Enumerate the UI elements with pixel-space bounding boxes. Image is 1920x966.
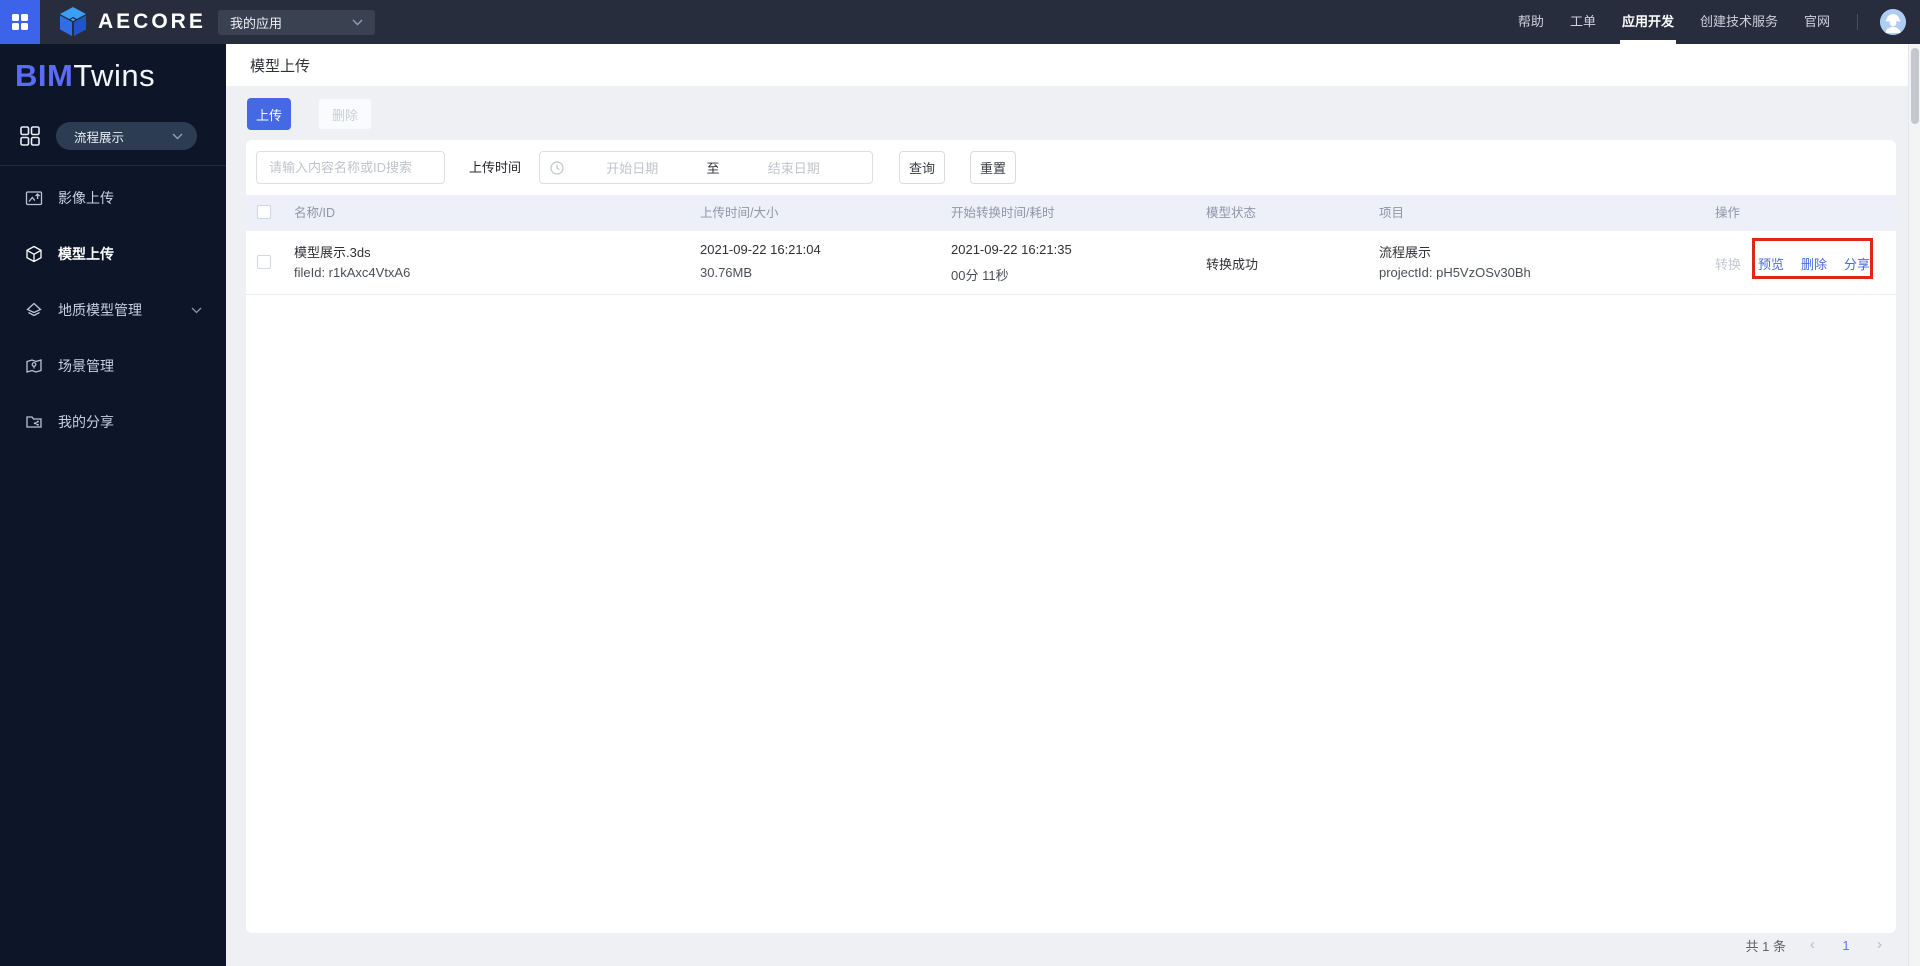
convert-link[interactable]: 转换 xyxy=(1715,254,1741,273)
search-input[interactable] xyxy=(256,151,445,184)
logo-twins: Twins xyxy=(73,58,156,93)
upload-time-label: 上传时间 xyxy=(469,160,522,175)
upload-time: 2021-09-22 16:21:04 xyxy=(700,242,821,257)
sidebar-item-label: 我的分享 xyxy=(58,414,114,430)
file-id: fileId: r1kAxc4VtxA6 xyxy=(294,265,411,280)
col-model-status: 模型状态 xyxy=(1206,206,1257,220)
convert-start-time: 2021-09-22 16:21:35 xyxy=(951,242,1072,257)
sidebar-item-geology-model[interactable]: 地质模型管理 xyxy=(0,282,226,338)
clock-icon xyxy=(550,160,564,175)
project-name: 流程展示 xyxy=(1379,245,1432,260)
nav-item-app-dev[interactable]: 应用开发 xyxy=(1619,0,1676,44)
chevron-down-icon xyxy=(191,307,202,313)
nav-divider xyxy=(1857,14,1858,30)
model-name: 模型展示.3ds xyxy=(294,245,371,260)
next-page-arrow[interactable]: › xyxy=(1877,934,1882,956)
my-share-icon xyxy=(26,416,42,428)
brand-logo: AECORE xyxy=(58,0,206,44)
scene-manage-icon xyxy=(26,359,42,373)
worker-avatar-icon xyxy=(1880,9,1906,35)
scrollbar-thumb[interactable] xyxy=(1911,48,1919,124)
aecore-cube-icon xyxy=(60,7,86,36)
table-row: 模型展示.3ds fileId: r1kAxc4VtxA6 2021-09-22… xyxy=(246,231,1896,295)
cell-actions: 转换 预览 删除 分享 xyxy=(1715,231,1870,295)
grid-outline-icon xyxy=(20,126,40,146)
chevron-down-icon xyxy=(352,19,363,26)
app-launcher-button[interactable] xyxy=(0,0,40,44)
screen: AECORE 我的应用 帮助 工单 应用开发 创建技术服务 官网 BIMTwin… xyxy=(0,0,1920,966)
share-link[interactable]: 分享 xyxy=(1844,254,1870,273)
sidebar-item-label: 场景管理 xyxy=(58,358,114,374)
page-title: 模型上传 xyxy=(250,57,311,75)
query-button[interactable]: 查询 xyxy=(899,151,945,184)
current-page-number[interactable]: 1 xyxy=(1839,938,1853,953)
select-all-checkbox[interactable] xyxy=(257,205,271,219)
sidebar-item-my-share[interactable]: 我的分享 xyxy=(0,394,226,450)
topbar: AECORE 我的应用 帮助 工单 应用开发 创建技术服务 官网 xyxy=(0,0,1920,44)
app-scope-value: 我的应用 xyxy=(230,16,283,31)
chevron-down-icon xyxy=(172,133,183,139)
file-size: 30.76MB xyxy=(700,265,753,280)
preview-link[interactable]: 预览 xyxy=(1758,254,1784,273)
vertical-scrollbar[interactable] xyxy=(1908,44,1920,966)
nav-item-help[interactable]: 帮助 xyxy=(1518,0,1544,44)
user-avatar[interactable] xyxy=(1880,9,1906,35)
table-header: 名称/ID 上传时间/大小 开始转换时间/耗时 模型状态 项目 操作 xyxy=(246,195,1896,231)
pagination: 共 1 条 ‹ 1 › xyxy=(1746,934,1882,956)
col-convert-time: 开始转换时间/耗时 xyxy=(951,206,1055,220)
sidebar-item-label: 地质模型管理 xyxy=(58,302,142,318)
nav-item-official-site[interactable]: 官网 xyxy=(1804,0,1830,44)
pagination-total: 共 1 条 xyxy=(1745,938,1786,954)
upload-button[interactable]: 上传 xyxy=(247,98,291,130)
project-select[interactable]: 流程展示 xyxy=(56,122,197,150)
page-header: 模型上传 xyxy=(226,44,1908,87)
sidebar-item-label: 影像上传 xyxy=(58,190,114,206)
col-actions: 操作 xyxy=(1715,206,1741,220)
topbar-nav: 帮助 工单 应用开发 创建技术服务 官网 xyxy=(1505,0,1906,44)
geology-model-icon xyxy=(26,302,42,317)
image-upload-icon xyxy=(25,191,43,206)
end-date-placeholder[interactable]: 结束日期 xyxy=(726,158,863,177)
delete-button[interactable]: 删除 xyxy=(318,98,372,130)
col-name-id: 名称/ID xyxy=(294,206,335,220)
delete-link[interactable]: 删除 xyxy=(1801,254,1827,273)
date-range-picker[interactable]: 开始日期 至 结束日期 xyxy=(539,151,873,184)
nav-item-create-tech-service[interactable]: 创建技术服务 xyxy=(1700,0,1778,44)
module-grid-button[interactable] xyxy=(19,125,41,147)
col-project: 项目 xyxy=(1379,206,1405,220)
sidebar-item-label: 模型上传 xyxy=(58,246,114,262)
main-content: 模型上传 上传 删除 上传时间 开始日期 至 结束日期 查询 重置 名称/ xyxy=(226,44,1908,966)
status-text: 转换成功 xyxy=(1206,256,1259,272)
project-select-value: 流程展示 xyxy=(74,130,125,145)
row-checkbox[interactable] xyxy=(257,255,271,269)
sidebar-menu: 影像上传 模型上传 地质模型管理 场景管理 我的分享 xyxy=(0,170,226,450)
convert-duration: 00分 11秒 xyxy=(951,268,1009,283)
grid-apps-icon xyxy=(12,14,28,30)
start-date-placeholder[interactable]: 开始日期 xyxy=(564,158,701,177)
reset-button[interactable]: 重置 xyxy=(970,151,1016,184)
content-panel: 上传时间 开始日期 至 结束日期 查询 重置 名称/ID 上传时间/大小 开始转… xyxy=(246,140,1896,933)
date-range-to-label: 至 xyxy=(706,161,720,176)
sidebar-item-image-upload[interactable]: 影像上传 xyxy=(0,170,226,226)
sidebar: BIMTwins 流程展示 影像上传 模型上传 地质模型管理 场景管理 我的分享 xyxy=(0,44,226,966)
cell-model-status: 转换成功 xyxy=(1206,231,1258,295)
app-switcher-row: 流程展示 xyxy=(0,122,226,152)
logo-bim: BIM xyxy=(15,58,74,93)
sidebar-item-model-upload[interactable]: 模型上传 xyxy=(0,226,226,282)
prev-page-arrow[interactable]: ‹ xyxy=(1810,934,1815,956)
nav-item-workorder[interactable]: 工单 xyxy=(1570,0,1596,44)
brand-name: AECORE xyxy=(98,10,206,33)
model-upload-icon xyxy=(26,245,42,263)
sidebar-item-scene-manage[interactable]: 场景管理 xyxy=(0,338,226,394)
bimtwins-logo: BIMTwins xyxy=(15,58,155,94)
col-upload-time: 上传时间/大小 xyxy=(700,206,779,220)
project-id: projectId: pH5VzOSv30Bh xyxy=(1379,265,1531,280)
sidebar-divider xyxy=(0,165,226,166)
app-scope-select[interactable]: 我的应用 xyxy=(218,10,375,35)
